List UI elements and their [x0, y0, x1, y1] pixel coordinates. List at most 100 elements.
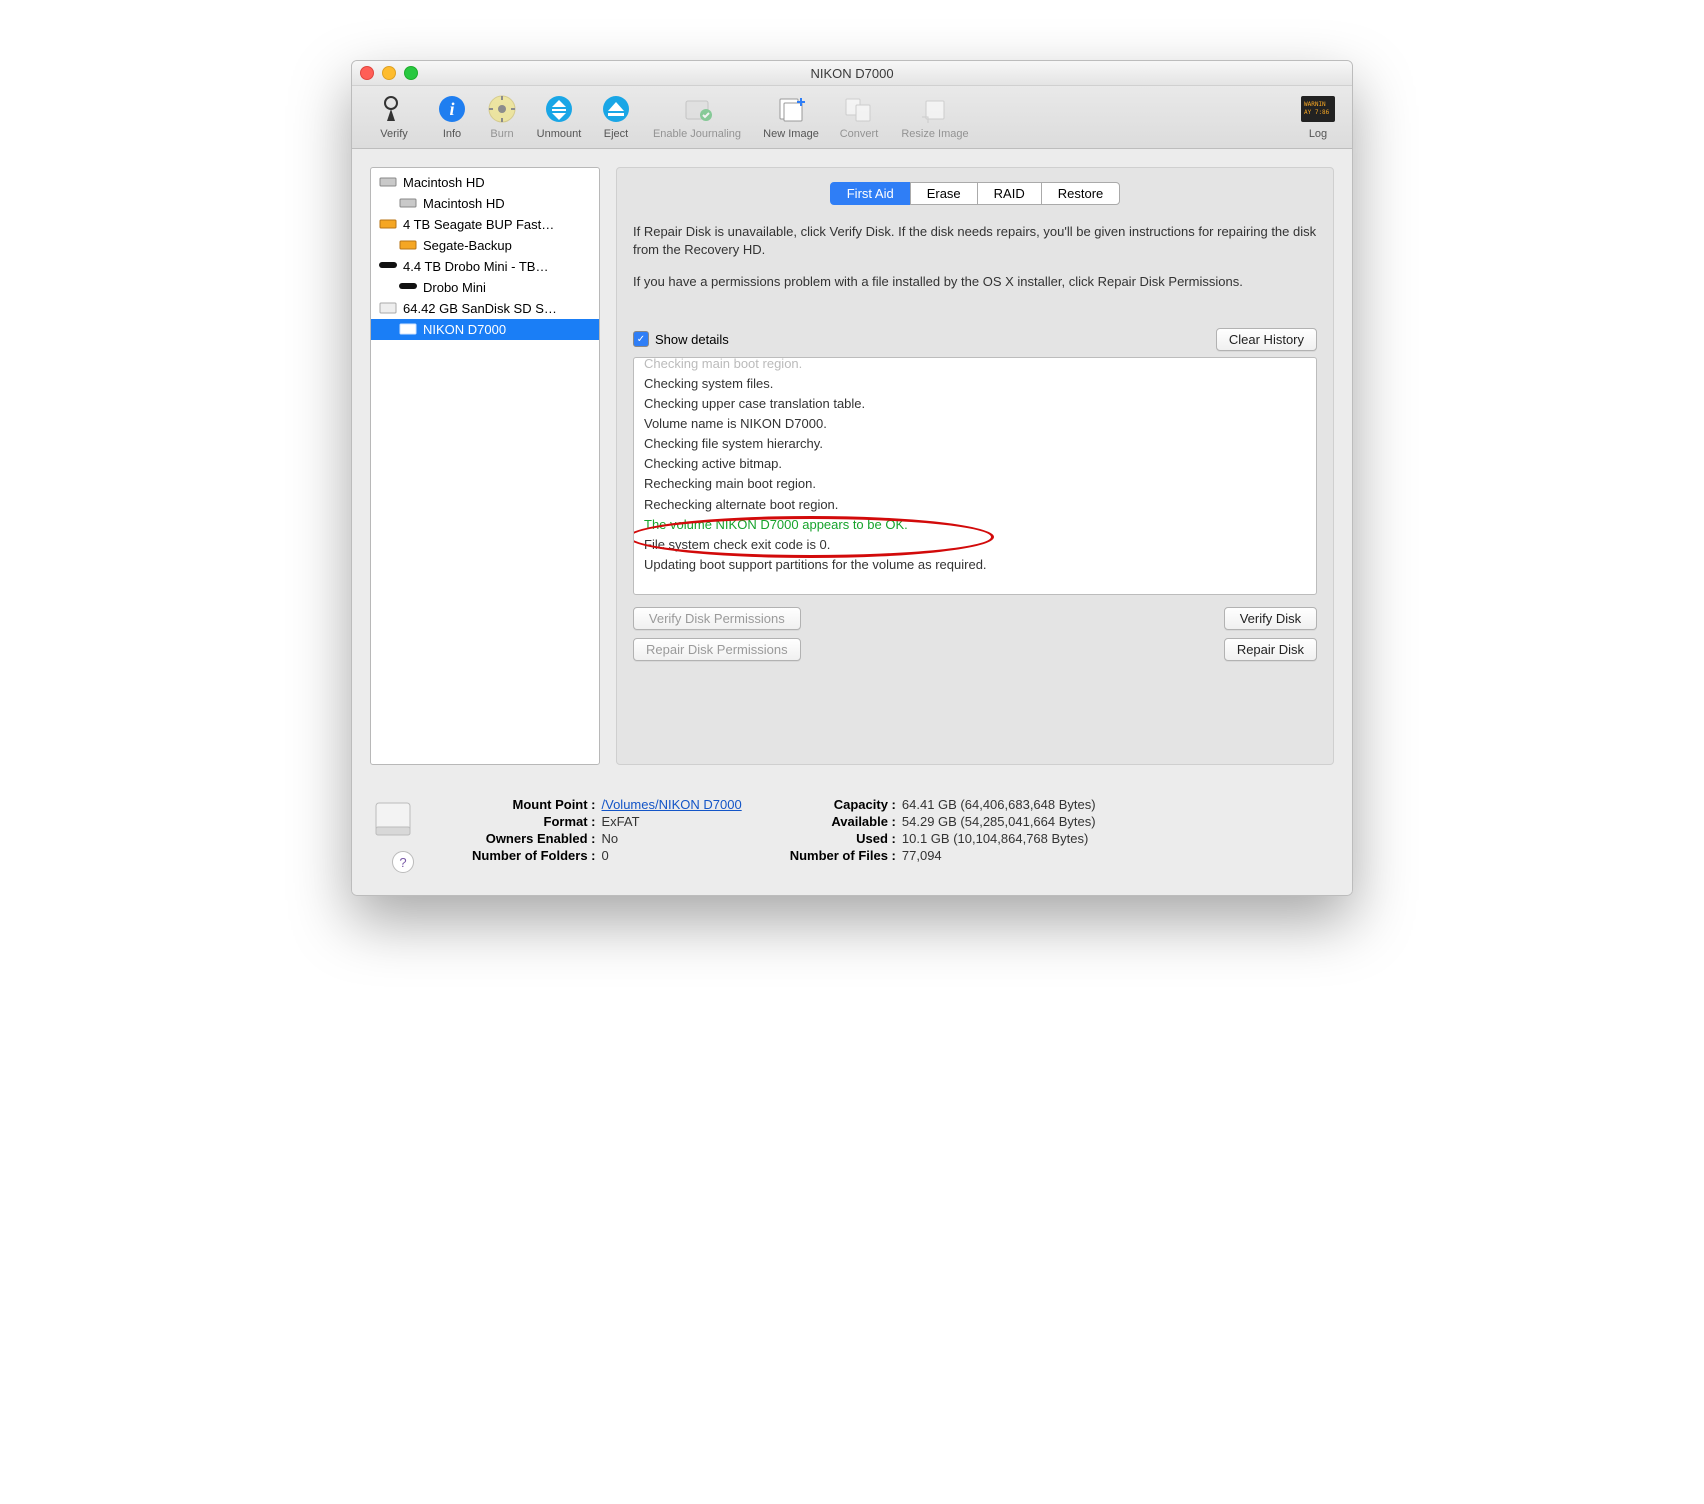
window-title: NIKON D7000: [352, 66, 1352, 81]
show-details-checkbox[interactable]: ✓ Show details: [633, 331, 729, 347]
sidebar-vol-segate-backup[interactable]: Segate-Backup: [371, 235, 599, 256]
sidebar-vol-nikon[interactable]: NIKON D7000: [371, 319, 599, 340]
capacity-value: 64.41 GB (64,406,683,648 Bytes): [902, 797, 1096, 812]
toolbar-info-label: Info: [443, 128, 461, 140]
tab-raid[interactable]: RAID: [977, 182, 1042, 205]
volume-icon: [372, 797, 414, 841]
sidebar-item-label: 64.42 GB SanDisk SD S…: [403, 301, 557, 316]
disk-sidebar[interactable]: Macintosh HD Macintosh HD 4 TB Seagate B…: [370, 167, 600, 765]
instruction-text-1: If Repair Disk is unavailable, click Ver…: [633, 223, 1317, 259]
svg-text:i: i: [449, 99, 454, 119]
svg-text:WARNIN: WARNIN: [1304, 101, 1326, 108]
burn-icon: [485, 92, 519, 126]
available-value: 54.29 GB (54,285,041,664 Bytes): [902, 814, 1096, 829]
content-area: Macintosh HD Macintosh HD 4 TB Seagate B…: [352, 149, 1352, 783]
toolbar-convert: Convert: [830, 92, 888, 140]
capacity-label: Capacity :: [790, 797, 896, 812]
log-line: Rechecking alternate boot region.: [644, 495, 1306, 515]
log-line-ok: The volume NIKON D7000 appears to be OK.: [644, 515, 1306, 535]
log-output[interactable]: Checking main boot region. Checking syst…: [633, 357, 1317, 595]
toolbar-eject[interactable]: Eject: [592, 92, 640, 140]
action-buttons: Verify Disk Permissions Repair Disk Perm…: [633, 607, 1317, 661]
used-value: 10.1 GB (10,104,864,768 Bytes): [902, 831, 1096, 846]
folders-label: Number of Folders :: [472, 848, 596, 863]
toolbar-verify[interactable]: Verify: [362, 92, 426, 140]
log-line: Checking active bitmap.: [644, 454, 1306, 474]
verify-icon: [377, 92, 411, 126]
mount-point-label: Mount Point :: [472, 797, 596, 812]
log-icon: WARNINAY 7:86: [1301, 92, 1335, 126]
folders-value: 0: [602, 848, 742, 863]
toolbar-resize-image: Resize Image: [890, 92, 980, 140]
sidebar-disk-drobo[interactable]: 4.4 TB Drobo Mini - TB…: [371, 256, 599, 277]
toolbar: Verify i Info Burn Unmount Eject: [352, 86, 1352, 149]
toolbar-burn: Burn: [478, 92, 526, 140]
toolbar-info[interactable]: i Info: [428, 92, 476, 140]
toolbar-convert-label: Convert: [840, 128, 879, 140]
owners-value: No: [602, 831, 742, 846]
titlebar[interactable]: NIKON D7000: [352, 61, 1352, 86]
sidebar-disk-seagate[interactable]: 4 TB Seagate BUP Fast…: [371, 214, 599, 235]
new-image-icon: [774, 92, 808, 126]
journal-icon: [680, 92, 714, 126]
toolbar-verify-label: Verify: [380, 128, 408, 140]
sidebar-disk-macintosh[interactable]: Macintosh HD: [371, 172, 599, 193]
files-label: Number of Files :: [790, 848, 896, 863]
tab-restore[interactable]: Restore: [1041, 182, 1121, 205]
sidebar-item-label: NIKON D7000: [423, 322, 506, 337]
sidebar-vol-drobo[interactable]: Drobo Mini: [371, 277, 599, 298]
verify-disk-button[interactable]: Verify Disk: [1224, 607, 1317, 630]
owners-label: Owners Enabled :: [472, 831, 596, 846]
repair-permissions-button: Repair Disk Permissions: [633, 638, 801, 661]
info-icon: i: [435, 92, 469, 126]
sidebar-item-label: Segate-Backup: [423, 238, 512, 253]
drobo-icon: [399, 281, 417, 295]
repair-disk-button[interactable]: Repair Disk: [1224, 638, 1317, 661]
footer-col-right: Capacity : 64.41 GB (64,406,683,648 Byte…: [790, 797, 1096, 863]
tab-erase[interactable]: Erase: [910, 182, 978, 205]
footer-col-left: Mount Point : /Volumes/NIKON D7000 Forma…: [472, 797, 742, 863]
instruction-text-2: If you have a permissions problem with a…: [633, 273, 1317, 291]
external-disk-icon: [399, 239, 417, 253]
eject-icon: [599, 92, 633, 126]
checkbox-icon: ✓: [633, 331, 649, 347]
log-line: Checking main boot region.: [644, 357, 1306, 374]
log-line: File system check exit code is 0.: [644, 535, 1306, 555]
toolbar-burn-label: Burn: [490, 128, 513, 140]
sidebar-item-label: Drobo Mini: [423, 280, 486, 295]
toolbar-log-label: Log: [1309, 128, 1327, 140]
removable-icon: [379, 302, 397, 316]
toolbar-unmount[interactable]: Unmount: [528, 92, 590, 140]
toolbar-new-image[interactable]: New Image: [754, 92, 828, 140]
log-line: Checking system files.: [644, 374, 1306, 394]
sidebar-disk-sandisk[interactable]: 64.42 GB SanDisk SD S…: [371, 298, 599, 319]
hdd-icon: [379, 176, 397, 190]
info-footer: ? Mount Point : /Volumes/NIKON D7000 For…: [352, 783, 1352, 895]
sidebar-item-label: Macintosh HD: [423, 196, 505, 211]
tab-bar: First Aid Erase RAID Restore: [633, 182, 1317, 205]
verify-permissions-button: Verify Disk Permissions: [633, 607, 801, 630]
files-value: 77,094: [902, 848, 1096, 863]
sidebar-item-label: 4.4 TB Drobo Mini - TB…: [403, 259, 548, 274]
toolbar-enable-journaling: Enable Journaling: [642, 92, 752, 140]
show-details-label: Show details: [655, 332, 729, 347]
sidebar-vol-macintosh[interactable]: Macintosh HD: [371, 193, 599, 214]
drobo-icon: [379, 260, 397, 274]
convert-icon: [842, 92, 876, 126]
log-line: Checking file system hierarchy.: [644, 434, 1306, 454]
toolbar-new-image-label: New Image: [763, 128, 819, 140]
log-line: Checking upper case translation table.: [644, 394, 1306, 414]
toolbar-journal-label: Enable Journaling: [653, 128, 741, 140]
used-label: Used :: [790, 831, 896, 846]
hdd-icon: [399, 197, 417, 211]
clear-history-button[interactable]: Clear History: [1216, 328, 1317, 351]
log-line: Volume name is NIKON D7000.: [644, 414, 1306, 434]
mount-point-link[interactable]: /Volumes/NIKON D7000: [602, 797, 742, 812]
toolbar-log[interactable]: WARNINAY 7:86 Log: [1294, 92, 1342, 140]
svg-text:AY 7:86: AY 7:86: [1304, 109, 1330, 116]
disk-utility-window: NIKON D7000 Verify i Info Burn Unmount: [351, 60, 1353, 896]
tab-first-aid[interactable]: First Aid: [830, 182, 911, 205]
format-value: ExFAT: [602, 814, 742, 829]
help-button[interactable]: ?: [392, 851, 414, 873]
external-disk-icon: [379, 218, 397, 232]
